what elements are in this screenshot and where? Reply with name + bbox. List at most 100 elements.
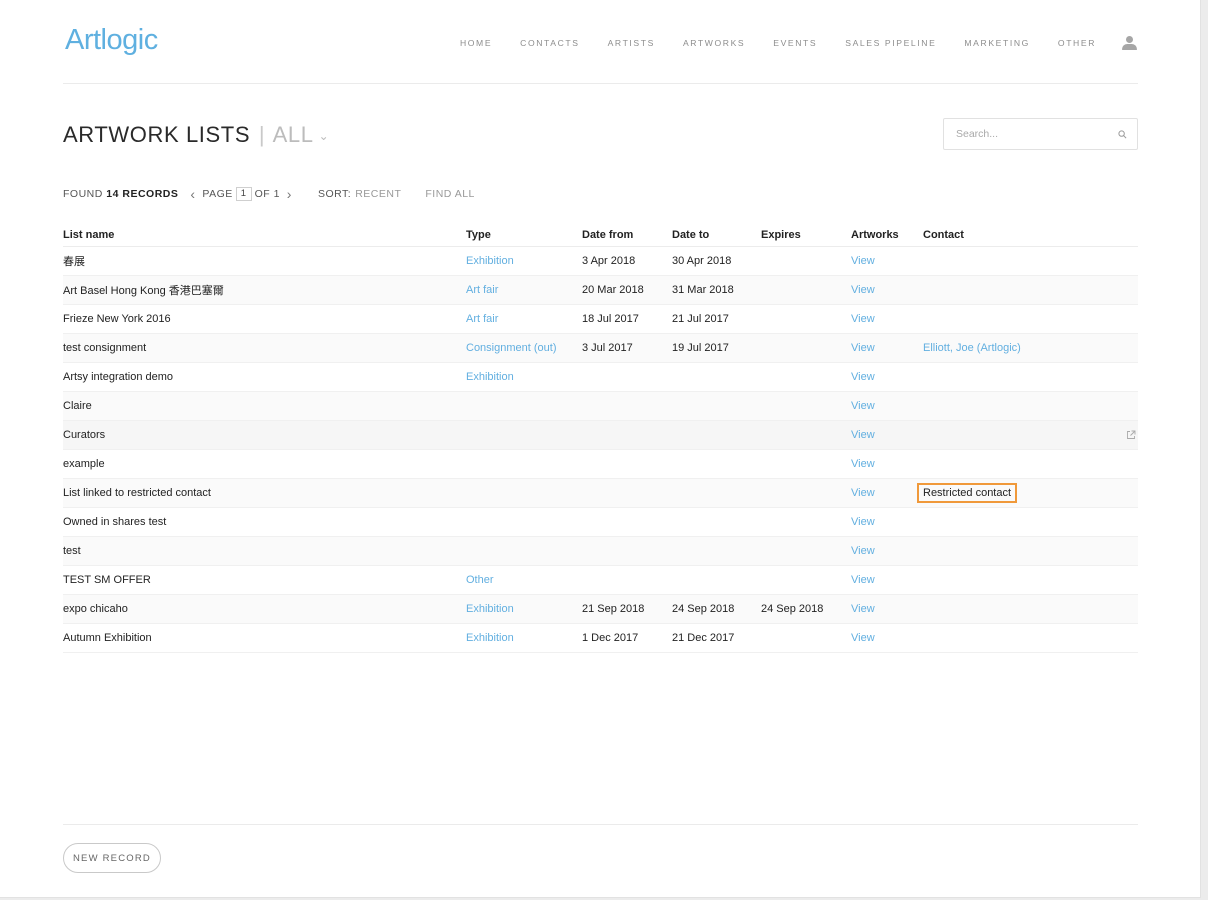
cell-artworks-view[interactable]: View — [851, 449, 923, 479]
cell-date-from — [582, 362, 672, 392]
results-toolbar: FOUND 14 RECORDS ‹ PAGE 1 OF 1 › SORT: RE… — [63, 187, 475, 201]
cell-type[interactable] — [466, 449, 582, 479]
cell-artworks-view[interactable]: View — [851, 362, 923, 392]
table-row[interactable]: Art Basel Hong Kong 香港巴塞爾 Art fair 20 Ma… — [63, 275, 1138, 305]
cell-type[interactable] — [466, 420, 582, 450]
cell-contact — [923, 449, 1138, 479]
cell-date-from — [582, 565, 672, 595]
cell-date-from: 1 Dec 2017 — [582, 623, 672, 653]
table-row[interactable]: test View — [63, 536, 1138, 566]
find-all-link[interactable]: FIND ALL — [425, 188, 475, 200]
cell-artworks-view[interactable]: View — [851, 565, 923, 595]
cell-type[interactable] — [466, 507, 582, 537]
cell-artworks-view[interactable]: View — [851, 333, 923, 363]
cell-artworks-view[interactable]: View — [851, 391, 923, 421]
cell-artworks-view[interactable]: View — [851, 623, 923, 653]
cell-list-name: Art Basel Hong Kong 香港巴塞爾 — [63, 275, 466, 305]
table-row[interactable]: Owned in shares test View — [63, 507, 1138, 537]
table-row[interactable]: example View — [63, 449, 1138, 479]
cell-date-to — [672, 478, 761, 508]
cell-type[interactable]: Exhibition — [466, 246, 582, 276]
cell-artworks-view[interactable]: View — [851, 478, 923, 508]
col-type[interactable]: Type — [466, 224, 582, 247]
nav-artists[interactable]: ARTISTS — [608, 38, 655, 48]
nav-contacts[interactable]: CONTACTS — [520, 38, 579, 48]
cell-type[interactable]: Other — [466, 565, 582, 595]
table-row[interactable]: Frieze New York 2016 Art fair 18 Jul 201… — [63, 304, 1138, 334]
cell-artworks-view[interactable]: View — [851, 304, 923, 334]
nav-home[interactable]: HOME — [460, 38, 492, 48]
cell-type[interactable] — [466, 391, 582, 421]
col-list-name[interactable]: List name — [63, 224, 466, 247]
prev-page-icon[interactable]: ‹ — [190, 187, 195, 201]
cell-expires — [761, 478, 851, 508]
cell-date-from — [582, 391, 672, 421]
nav-artworks[interactable]: ARTWORKS — [683, 38, 745, 48]
cell-type[interactable]: Exhibition — [466, 623, 582, 653]
sort-value[interactable]: RECENT — [355, 188, 401, 200]
cell-contact — [923, 304, 1138, 334]
cell-list-name: test consignment — [63, 333, 466, 363]
scope-label: ALL — [272, 122, 314, 147]
col-artworks[interactable]: Artworks — [851, 224, 923, 247]
restricted-contact-badge[interactable]: Restricted contact — [917, 483, 1018, 503]
artlogic-logo[interactable]: Artlogic — [65, 24, 158, 57]
cell-expires — [761, 246, 851, 276]
cell-date-to — [672, 362, 761, 392]
scope-dropdown[interactable]: ALL ⌄ — [273, 122, 330, 147]
external-link-icon[interactable] — [1126, 430, 1136, 440]
cell-artworks-view[interactable]: View — [851, 594, 923, 624]
nav-marketing[interactable]: MARKETING — [964, 38, 1030, 48]
table-row[interactable]: 春展 Exhibition 3 Apr 2018 30 Apr 2018 Vie… — [63, 246, 1138, 276]
cell-contact-link[interactable]: Elliott, Joe (Artlogic) — [923, 333, 1138, 363]
cell-type[interactable]: Art fair — [466, 275, 582, 305]
cell-list-name: 春展 — [63, 246, 466, 276]
cell-expires — [761, 565, 851, 595]
cell-artworks-view[interactable]: View — [851, 275, 923, 305]
page-inner: Artlogic HOME CONTACTS ARTISTS ARTWORKS … — [63, 0, 1138, 897]
cell-date-to — [672, 507, 761, 537]
cell-artworks-view[interactable]: View — [851, 536, 923, 566]
cell-contact: Restricted contact — [917, 478, 1138, 508]
table-row[interactable]: test consignment Consignment (out) 3 Jul… — [63, 333, 1138, 363]
cell-date-to — [672, 449, 761, 479]
cell-contact — [923, 420, 1138, 450]
cell-type[interactable]: Exhibition — [466, 362, 582, 392]
user-icon[interactable] — [1122, 36, 1138, 50]
new-record-button[interactable]: NEW RECORD — [63, 843, 161, 873]
search-icon[interactable] — [1118, 130, 1127, 139]
col-expires[interactable]: Expires — [761, 224, 851, 247]
nav-other[interactable]: OTHER — [1058, 38, 1096, 48]
cell-expires — [761, 391, 851, 421]
search-input[interactable] — [954, 127, 1108, 141]
cell-date-to: 21 Jul 2017 — [672, 304, 761, 334]
cell-date-to: 21 Dec 2017 — [672, 623, 761, 653]
col-date-to[interactable]: Date to — [672, 224, 761, 247]
cell-type[interactable]: Consignment (out) — [466, 333, 582, 363]
cell-expires — [761, 362, 851, 392]
table-row[interactable]: Autumn Exhibition Exhibition 1 Dec 2017 … — [63, 623, 1138, 653]
col-contact[interactable]: Contact — [923, 224, 1138, 247]
table-row[interactable]: TEST SM OFFER Other View — [63, 565, 1138, 595]
cell-artworks-view[interactable]: View — [851, 507, 923, 537]
table-row[interactable]: expo chicaho Exhibition 21 Sep 2018 24 S… — [63, 594, 1138, 624]
table-row[interactable]: Curators View — [63, 420, 1138, 450]
cell-list-name: expo chicaho — [63, 594, 466, 624]
col-date-from[interactable]: Date from — [582, 224, 672, 247]
nav-sales-pipeline[interactable]: SALES PIPELINE — [845, 38, 936, 48]
table-row[interactable]: Claire View — [63, 391, 1138, 421]
cell-type[interactable] — [466, 536, 582, 566]
cell-type[interactable] — [466, 478, 582, 508]
table-row[interactable]: Artsy integration demo Exhibition View — [63, 362, 1138, 392]
cell-contact — [923, 391, 1138, 421]
table-row[interactable]: List linked to restricted contact View R… — [63, 478, 1138, 508]
cell-date-from — [582, 449, 672, 479]
cell-date-from: 3 Jul 2017 — [582, 333, 672, 363]
cell-type[interactable]: Art fair — [466, 304, 582, 334]
nav-events[interactable]: EVENTS — [773, 38, 817, 48]
page-number-input[interactable]: 1 — [235, 187, 252, 201]
next-page-icon[interactable]: › — [287, 187, 292, 201]
cell-artworks-view[interactable]: View — [851, 420, 923, 450]
cell-type[interactable]: Exhibition — [466, 594, 582, 624]
cell-artworks-view[interactable]: View — [851, 246, 923, 276]
